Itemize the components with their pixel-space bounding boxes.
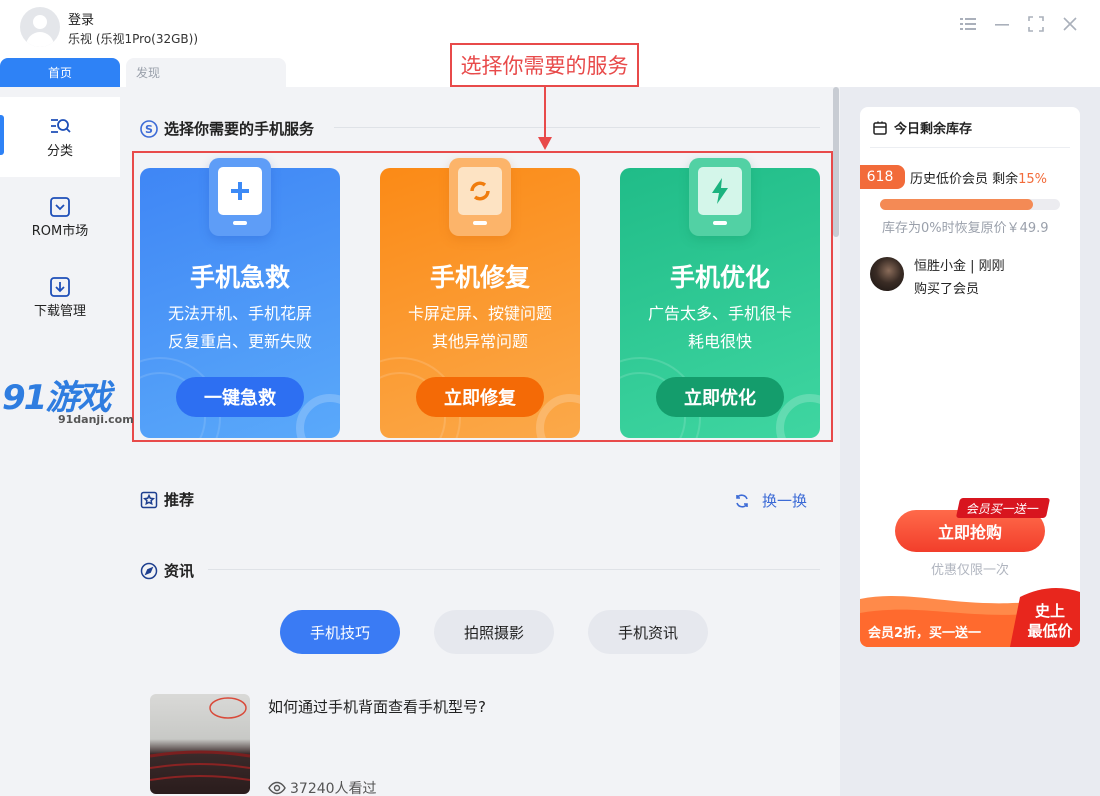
restore-price-text: 库存为0%时恢复原价￥49.9 (882, 221, 1049, 236)
news-item-title[interactable]: 如何通过手机背面查看手机型号? (268, 696, 486, 717)
service-coin-icon: S (140, 119, 158, 138)
stock-label: 历史低价会员 剩余15% (910, 172, 1048, 187)
buyer-avatar (870, 257, 904, 291)
recommend-section-title: 推荐 (140, 489, 194, 510)
thumbnail-decoration (150, 697, 250, 781)
inventory-icon (873, 121, 887, 135)
divider (208, 569, 820, 570)
compass-icon (140, 562, 158, 579)
bogo-tag: 会员买一送一 (955, 498, 1051, 518)
scrollbar[interactable] (833, 87, 839, 237)
refresh-button[interactable]: 换一换 (734, 490, 807, 511)
promo-footer-text: 会员2折，买一送一 (868, 626, 982, 641)
buyer-name: 恒胜小金 | 刚刚 (914, 259, 1005, 274)
618-badge: 618 (860, 165, 905, 189)
star-badge-icon (140, 491, 158, 508)
tab-discover[interactable]: 发现 (126, 58, 286, 87)
maximize-icon[interactable] (1026, 14, 1046, 34)
services-section-title: S 选择你需要的手机服务 (140, 118, 314, 139)
divider (870, 147, 1070, 148)
sidebar-item-label: 分类 (46, 143, 73, 159)
login-link[interactable]: 登录 (68, 9, 94, 28)
pill-phone-news[interactable]: 手机资讯 (588, 610, 708, 654)
tab-home[interactable]: 首页 (0, 58, 120, 87)
eye-icon (268, 781, 286, 795)
news-view-count: 37240人看过 (268, 778, 377, 796)
category-search-icon (51, 118, 71, 133)
sidebar-item-label: 下载管理 (33, 303, 86, 319)
pill-photography[interactable]: 拍照摄影 (434, 610, 554, 654)
annotation-arrow-head (538, 137, 552, 150)
avatar[interactable] (20, 7, 60, 47)
rom-market-icon (50, 196, 70, 217)
pill-phone-tips[interactable]: 手机技巧 (280, 610, 400, 654)
news-thumbnail[interactable] (150, 694, 250, 794)
device-name: 乐视 (乐视1Pro(32GB)) (68, 32, 199, 46)
sidebar-item-category[interactable]: 分类 (0, 97, 120, 177)
refresh-icon (736, 493, 748, 508)
close-icon[interactable] (1060, 14, 1080, 34)
news-title-text: 资讯 (164, 562, 195, 580)
download-icon (50, 276, 70, 297)
sidebar-item-downloads[interactable]: 下载管理 (0, 257, 120, 337)
stock-progress-fill (880, 199, 1033, 210)
stock-progress-bar (880, 199, 1060, 210)
watermark-logo: 91游戏 91danji.com (2, 378, 134, 426)
news-section-title: 资讯 (140, 560, 194, 581)
minimize-icon[interactable] (992, 14, 1012, 34)
annotation-arrow (544, 87, 546, 142)
buyer-action: 购买了会员 (914, 282, 980, 297)
divider (334, 127, 820, 128)
services-title-text: 选择你需要的手机服务 (164, 120, 315, 138)
offer-once-text: 优惠仅限一次 (930, 563, 1009, 578)
annotation-label: 选择你需要的服务 (450, 43, 639, 87)
menu-icon[interactable] (958, 14, 978, 34)
promo-title: 今日剩余库存 (872, 118, 972, 137)
lowest-price-badge: 史上 最低价 (1027, 602, 1073, 640)
recommend-title-text: 推荐 (164, 491, 195, 509)
svg-text:S: S (145, 123, 153, 136)
promo-panel: 今日剩余库存 618 历史低价会员 剩余15% 库存为0%时恢复原价￥49.9 … (860, 107, 1080, 647)
sidebar-item-rom-market[interactable]: ROM市场 (0, 177, 120, 257)
sidebar-item-label: ROM市场 (31, 223, 89, 239)
sidebar: 分类 ROM市场 下载管理 (0, 87, 120, 796)
annotation-highlight-box (132, 151, 833, 442)
